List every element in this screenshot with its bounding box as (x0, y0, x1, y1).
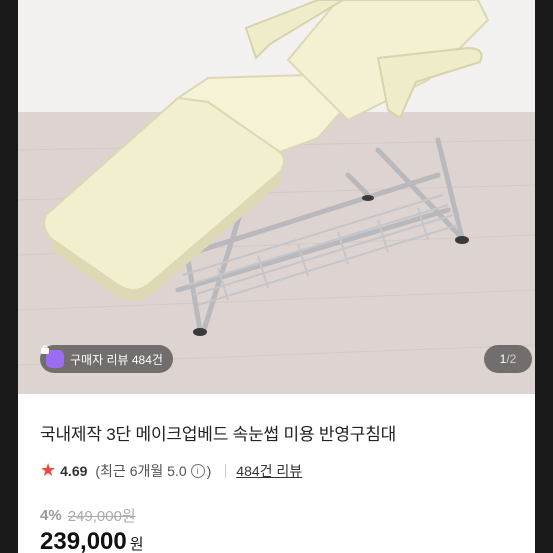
star-icon: ★ (40, 460, 57, 480)
image-pager: 1 / 2 (484, 345, 532, 373)
divider (225, 463, 227, 478)
discount-rate: 4% (40, 507, 62, 524)
info-icon[interactable]: i (190, 463, 205, 478)
product-image-carousel[interactable]: 구매자 리뷰 484건 1 / 2 (18, 0, 535, 394)
pager-total: 2 (509, 352, 517, 366)
buyer-review-badge[interactable]: 구매자 리뷰 484건 (40, 345, 173, 373)
review-count-link[interactable]: 484건 리뷰 (236, 461, 302, 481)
sale-price: 239,000 (40, 528, 127, 553)
original-price: 249,000원 (67, 508, 136, 525)
pager-current: 1 (499, 352, 507, 366)
review-badge-label: 구매자 리뷰 484건 (70, 352, 163, 367)
discount-row: 4% 249,000원 (40, 505, 136, 526)
currency-unit: 원 (129, 536, 144, 553)
rating-value: 4.69 (60, 462, 88, 479)
product-page: 구매자 리뷰 484건 1 / 2 국내제작 3단 메이크업베드 속눈썹 미용 … (18, 0, 535, 553)
rating-row: ★ 4.69 (최근 6개월 5.0 i ) 484건 리뷰 (40, 460, 302, 481)
rating-recent-close: ) (206, 462, 212, 479)
product-title: 국내제작 3단 메이크업베드 속눈썹 미용 반영구침대 (40, 425, 397, 444)
shopping-bag-icon (41, 345, 64, 368)
rating-recent: (최근 6개월 5.0 (95, 462, 187, 479)
price-row: 239,000 원 (40, 528, 144, 553)
product-image (18, 0, 535, 394)
